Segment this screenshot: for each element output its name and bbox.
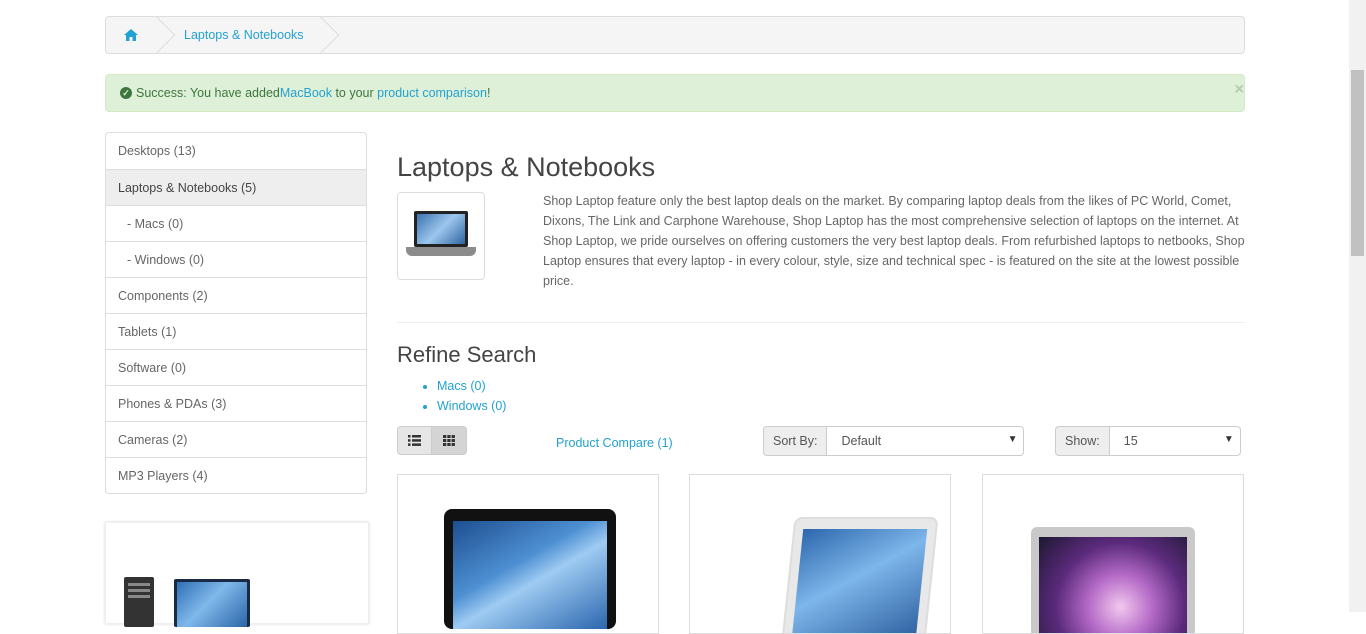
page-title: Laptops & Notebooks: [397, 152, 656, 182]
alert-product-link[interactable]: MacBook: [280, 86, 332, 100]
product-card[interactable]: [982, 474, 1244, 634]
category-software[interactable]: Software (0): [105, 350, 367, 386]
category-description: Shop Laptop feature only the best laptop…: [543, 194, 1245, 288]
show-group: Show: 15 ▼: [1055, 426, 1241, 456]
close-icon[interactable]: ×: [1235, 81, 1244, 99]
alert-prefix: Success: You have added: [136, 86, 280, 100]
success-alert: ✓ Success: You have added MacBook to you…: [105, 74, 1245, 112]
show-label: Show:: [1055, 426, 1109, 456]
breadcrumb-separator: [320, 17, 334, 53]
list-icon: [408, 435, 421, 446]
category-components[interactable]: Components (2): [105, 278, 367, 314]
refine-heading: Refine Search: [397, 342, 537, 367]
list-view-button[interactable]: [397, 426, 432, 455]
category-list: Desktops (13) Laptops & Notebooks (5) - …: [105, 132, 367, 494]
product-toolbar: Product Compare (1) Sort By: Default ▼ S…: [397, 426, 1245, 456]
grid-icon: [443, 435, 455, 446]
desktop-tower-image: [124, 577, 154, 627]
laptop-image: [406, 211, 476, 261]
sort-label: Sort By:: [763, 426, 827, 456]
chevron-down-icon: ▼: [1223, 434, 1234, 445]
refine-link-windows[interactable]: Windows (0): [437, 399, 506, 413]
chevron-down-icon: ▼: [1007, 434, 1018, 445]
sort-value: Default: [841, 434, 882, 448]
category-mp3[interactable]: MP3 Players (4): [105, 458, 367, 494]
divider: [397, 322, 1245, 323]
category-thumbnail: [397, 192, 485, 280]
list-item: Windows (0): [437, 396, 506, 416]
product-image[interactable]: [783, 519, 937, 633]
view-toggle: [397, 426, 467, 455]
sidebar-banner[interactable]: [105, 522, 369, 627]
category-macs[interactable]: - Macs (0): [105, 206, 367, 242]
alert-middle: to your: [331, 86, 378, 100]
show-value: 15: [1123, 434, 1138, 448]
product-compare-link[interactable]: Product Compare (1): [556, 436, 673, 450]
category-phones[interactable]: Phones & PDAs (3): [105, 386, 367, 422]
product-card[interactable]: [397, 474, 659, 634]
page-scrollbar[interactable]: [1349, 0, 1366, 612]
category-desktops[interactable]: Desktops (13): [105, 132, 367, 170]
grid-view-button[interactable]: [432, 426, 467, 455]
breadcrumb-laptops[interactable]: Laptops & Notebooks: [170, 28, 320, 42]
product-image[interactable]: [444, 509, 616, 629]
scrollbar-thumb[interactable]: [1351, 70, 1364, 256]
sort-select[interactable]: Default ▼: [826, 426, 1025, 456]
home-icon: [124, 29, 138, 41]
alert-suffix: !: [486, 86, 491, 100]
refine-list: Macs (0) Windows (0): [397, 376, 506, 416]
check-circle-icon: ✓: [120, 87, 132, 99]
breadcrumb: Laptops & Notebooks: [105, 16, 1245, 54]
refine-link-macs[interactable]: Macs (0): [437, 379, 486, 393]
product-card[interactable]: [689, 474, 951, 634]
breadcrumb-separator: [156, 17, 170, 53]
category-cameras[interactable]: Cameras (2): [105, 422, 367, 458]
category-windows[interactable]: - Windows (0): [105, 242, 367, 278]
alert-comparison-link[interactable]: product comparison: [377, 86, 487, 100]
monitor-image: [174, 579, 250, 627]
category-laptops[interactable]: Laptops & Notebooks (5): [105, 170, 367, 206]
product-image[interactable]: [1031, 527, 1195, 633]
sort-group: Sort By: Default ▼: [763, 426, 1025, 456]
show-select[interactable]: 15 ▼: [1108, 426, 1241, 456]
list-item: Macs (0): [437, 376, 506, 396]
category-tablets[interactable]: Tablets (1): [105, 314, 367, 350]
